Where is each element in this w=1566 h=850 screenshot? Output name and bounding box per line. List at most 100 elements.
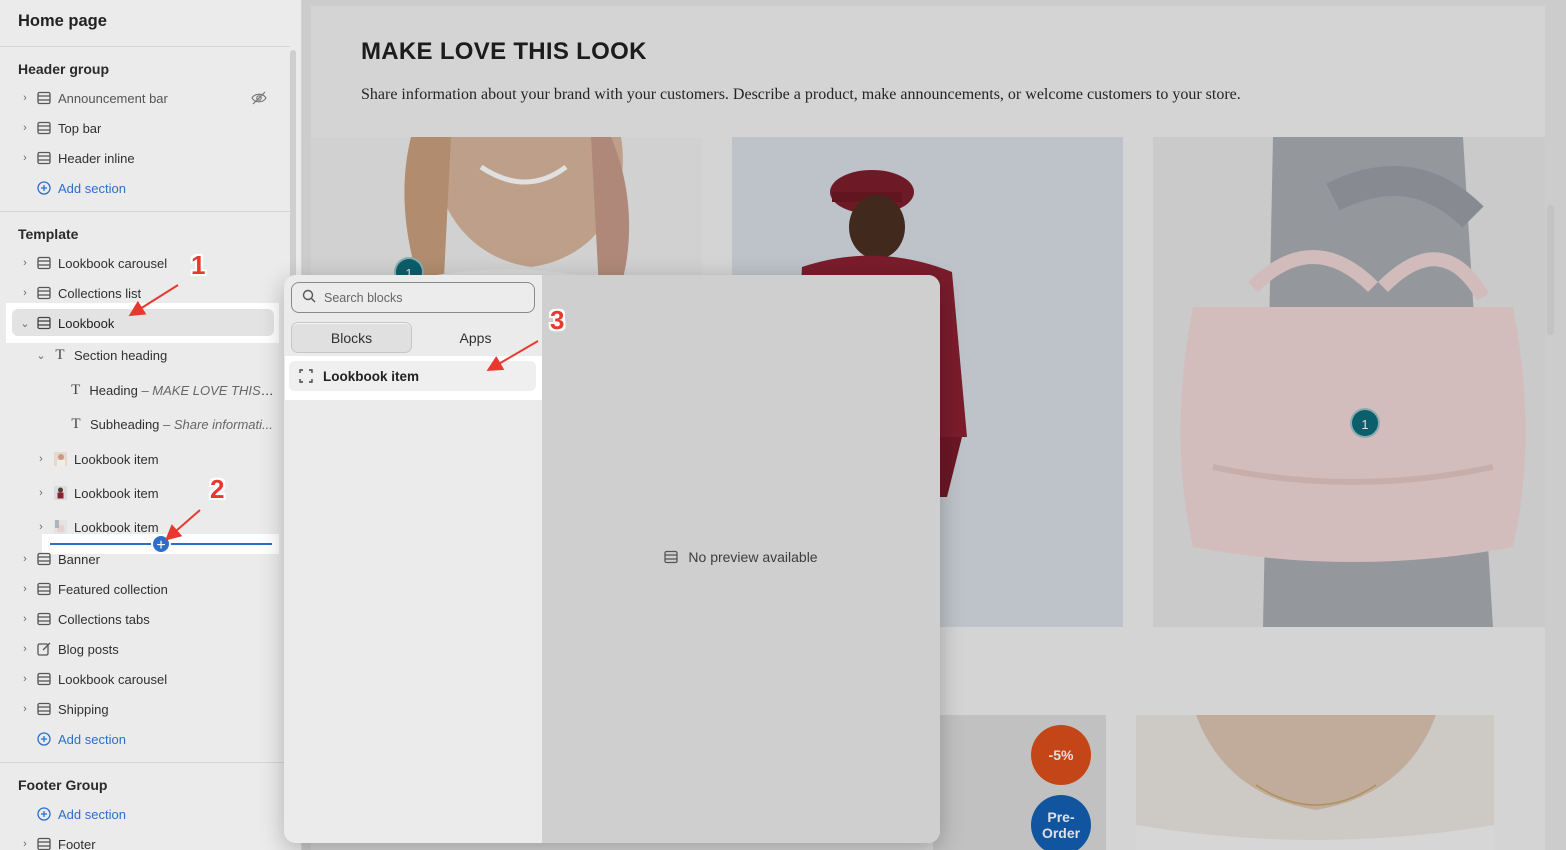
sections-sidebar: Home page Header group › Announcement ba… (0, 0, 302, 850)
page-title: Home page (18, 12, 107, 30)
section-footer[interactable]: › Footer (0, 829, 285, 850)
section-icon (36, 255, 52, 271)
block-tabs: Blocks Apps (291, 322, 535, 353)
discount-badge: -5% (1031, 725, 1091, 785)
add-section-footer-button[interactable]: Add section (0, 799, 285, 829)
section-icon (36, 285, 52, 301)
hotspot-marker[interactable]: 1 (1350, 408, 1380, 438)
chevron-right-icon[interactable]: › (34, 453, 48, 465)
add-section-label: Add section (58, 180, 126, 196)
add-section-header-button[interactable]: Add section (0, 173, 285, 203)
section-featured-collection[interactable]: › Featured collection (0, 574, 285, 604)
chevron-right-icon[interactable]: › (18, 122, 32, 134)
chevron-right-icon[interactable]: › (18, 553, 32, 565)
product-card-image[interactable]: -5% Pre- Order (933, 715, 1106, 850)
section-lookbook-carousel-2[interactable]: › Lookbook carousel (0, 664, 285, 694)
section-icon (36, 90, 52, 106)
section-blog-posts[interactable]: › Blog posts (0, 634, 285, 664)
lookbook-image-3[interactable]: 1 (1153, 137, 1545, 627)
block-label: Lookbook item (74, 519, 159, 535)
section-label: Top bar (58, 120, 102, 136)
template-group-label: Template (18, 226, 79, 242)
section-banner[interactable]: › Banner (0, 544, 285, 574)
tab-blocks[interactable]: Blocks (291, 322, 412, 353)
section-icon (36, 836, 52, 850)
plus-circle-icon (36, 180, 52, 196)
section-label: Header inline (58, 150, 135, 166)
add-section-label: Add section (58, 731, 126, 747)
chevron-right-icon[interactable]: › (18, 643, 32, 655)
product-card-image[interactable] (1136, 715, 1494, 850)
no-preview-text: No preview available (688, 549, 818, 565)
block-heading[interactable]: T Heading – MAKE LOVE THIS L... (0, 375, 275, 405)
chevron-down-icon[interactable]: ⌄ (34, 349, 48, 362)
block-value: – MAKE LOVE THIS L... (137, 382, 275, 398)
section-lookbook[interactable]: ⌄ Lookbook (0, 308, 285, 338)
image-thumbnail-icon (52, 485, 68, 501)
chevron-right-icon[interactable]: › (18, 152, 32, 164)
divider (0, 46, 290, 47)
section-icon (36, 701, 52, 717)
plus-circle-icon (36, 731, 52, 747)
section-label: Featured collection (58, 581, 168, 597)
section-header-inline[interactable]: › Header inline (0, 143, 285, 173)
section-collections-tabs[interactable]: › Collections tabs (0, 604, 285, 634)
section-lookbook-carousel[interactable]: › Lookbook carousel (0, 248, 285, 278)
section-top-bar[interactable]: › Top bar (0, 113, 285, 143)
block-value: – Share informati... (159, 416, 273, 432)
section-icon (36, 581, 52, 597)
chevron-right-icon[interactable]: › (18, 838, 32, 850)
add-section-template-button[interactable]: Add section (0, 724, 285, 754)
section-label: Banner (58, 551, 100, 567)
chevron-right-icon[interactable]: › (18, 287, 32, 299)
block-preview-panel: No preview available (542, 275, 940, 843)
annotation-step-2: 2 (210, 474, 225, 504)
eye-hidden-icon[interactable] (251, 91, 267, 108)
block-lookbook-item-1[interactable]: › Lookbook item (0, 444, 285, 474)
chevron-right-icon[interactable]: › (18, 703, 32, 715)
chevron-right-icon[interactable]: › (18, 257, 32, 269)
section-shipping[interactable]: › Shipping (0, 694, 285, 724)
annotation-step-3: 3 (550, 305, 565, 335)
section-icon (36, 551, 52, 567)
annotation-step-1: 1 (191, 250, 206, 280)
block-label: Section heading (74, 347, 168, 363)
section-icon (36, 315, 52, 331)
edit-icon (36, 641, 52, 657)
chevron-right-icon[interactable]: › (34, 487, 48, 499)
block-lookbook-item-2[interactable]: › Lookbook item (0, 478, 285, 508)
add-section-label: Add section (58, 806, 126, 822)
chevron-right-icon[interactable]: › (18, 92, 32, 104)
section-icon (36, 120, 52, 136)
preorder-line-1: Pre- (1047, 809, 1075, 825)
divider (0, 762, 290, 763)
block-option-lookbook-item[interactable]: Lookbook item (289, 361, 536, 391)
tab-apps[interactable]: Apps (416, 322, 535, 353)
search-input[interactable] (324, 290, 514, 305)
preorder-line-2: Order (1041, 825, 1081, 841)
header-group-label: Header group (18, 61, 110, 77)
search-blocks-field[interactable] (291, 282, 535, 313)
block-list-panel: Blocks Apps Lookbook item (284, 275, 542, 843)
footer-group-label: Footer Group (18, 777, 108, 793)
section-announcement-bar[interactable]: › Announcement bar (0, 83, 285, 113)
chevron-right-icon[interactable]: › (18, 583, 32, 595)
block-subheading[interactable]: T Subheading – Share informati... (0, 409, 275, 439)
section-label: Footer (58, 836, 96, 850)
text-icon: T (71, 381, 81, 398)
section-icon (36, 150, 52, 166)
dashed-frame-icon (299, 369, 313, 383)
block-label: Lookbook item (74, 485, 159, 501)
plus-circle-icon (36, 806, 52, 822)
section-label: Lookbook carousel (58, 671, 168, 687)
image-thumbnail-icon (52, 519, 68, 535)
chevron-right-icon[interactable]: › (18, 673, 32, 685)
chevron-right-icon[interactable]: › (34, 521, 48, 533)
section-icon (36, 611, 52, 627)
chevron-down-icon[interactable]: ⌄ (18, 317, 32, 330)
divider (0, 211, 290, 212)
chevron-right-icon[interactable]: › (18, 613, 32, 625)
block-section-heading[interactable]: ⌄ T Section heading (0, 340, 285, 370)
block-label: Subheading – Share informati... (90, 417, 273, 432)
preview-scrollbar[interactable] (1547, 205, 1554, 335)
